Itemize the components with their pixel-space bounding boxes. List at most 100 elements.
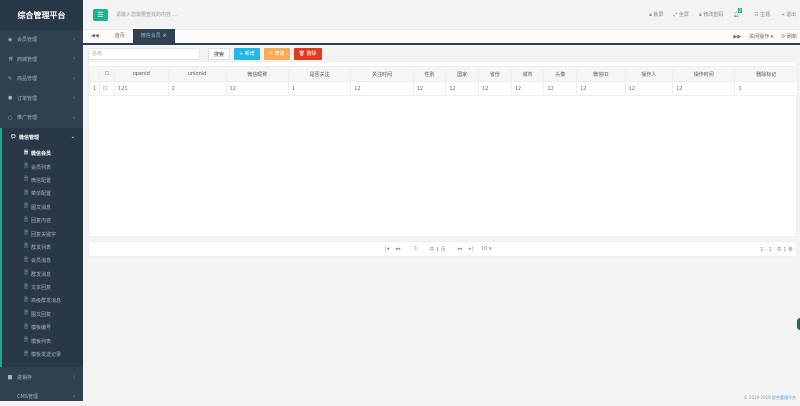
submenu-item-label: 模板编号: [31, 325, 52, 332]
page-size-select[interactable]: 10 ▾: [481, 246, 491, 252]
column-header[interactable]: 操作时间: [672, 66, 736, 82]
sidebar-item[interactable]: ✎ 商品管理 ‹: [0, 69, 83, 89]
change-password-button[interactable]: 🔒︎ 修改密码: [699, 11, 723, 18]
column-header[interactable]: 操作人: [624, 66, 674, 82]
submenu-item-label: 微信会员: [31, 151, 52, 158]
sidebar-item[interactable]: CMS管理 ‹: [0, 387, 83, 406]
first-page-button[interactable]: |◂: [385, 246, 389, 252]
tabs-scroll-left-icon[interactable]: ◀◀: [83, 29, 107, 44]
sidebar-item[interactable]: ○ 推广管理 ‹: [0, 108, 83, 128]
copyright: © 2019-2019: [743, 395, 771, 400]
table-cell: 12: [225, 81, 289, 96]
data-table-container: ☐ openid unionid 微信昵称 是否关注 关注时间 性别 国家 省份 城市 头像 微信ID…: [88, 61, 798, 237]
close-operations-dropdown[interactable]: 关闭操作 ▾: [749, 33, 773, 40]
next-page-button[interactable]: ▸▸: [458, 246, 463, 252]
submenu-item[interactable]: 🗎︎ 文本回复: [2, 281, 83, 294]
submenu-item[interactable]: 🗎︎ 回复关键字: [2, 227, 83, 240]
sidebar-item-label: 商品管理: [17, 76, 38, 83]
notification-button[interactable]: 🔔︎2: [733, 7, 744, 18]
delete-button[interactable]: 🗑︎ 删除: [293, 48, 322, 60]
sidebar-item[interactable]: ● 订单管理 ‹: [0, 89, 83, 109]
prev-page-button[interactable]: ◂◂: [395, 246, 400, 252]
edit-label: 修改: [274, 51, 285, 57]
submenu-item[interactable]: 🗎︎ 模板发送记录: [2, 348, 83, 361]
chevron-left-icon: ‹: [73, 95, 75, 102]
sidebar-item-label: 进销存: [17, 374, 33, 381]
total-pages: 共 1 页: [429, 246, 446, 253]
sidebar-item[interactable]: 💬︎ 微信管理 ⌄: [0, 127, 83, 147]
header: ☰ 请输入您需要查找的内容 … 🔒︎ 锁屏 ⤢ 全屏 🔒︎ 修改密码 🔔︎2 ☷…: [83, 0, 800, 30]
column-header[interactable]: 微信昵称: [225, 66, 289, 82]
name-search-input[interactable]: 名称: [88, 48, 200, 60]
submenu-item[interactable]: 🗎︎ 回复内容: [2, 214, 83, 227]
fullscreen-button[interactable]: ⤢ 全屏: [673, 11, 689, 18]
global-search-input[interactable]: 请输入您需要查找的内容 …: [116, 11, 316, 18]
refresh-button[interactable]: ⟳ 刷新: [781, 33, 797, 40]
submenu-item-label: 群发消息: [31, 271, 52, 278]
submenu-item[interactable]: 🗎︎ 会员列表: [2, 160, 83, 173]
submenu-item[interactable]: 🗎︎ 会员消息: [2, 254, 83, 267]
tab-bar: ◀◀ 首页 微信会员 ⊗ ▶▶ 关闭操作 ▾ ⟳ 刷新: [83, 29, 800, 45]
table-row[interactable]: 1 ☐ 121 2 12 1 12 12 12 12 12 12 12 12 12 1: [89, 81, 798, 96]
fullscreen-label: 全屏: [678, 12, 689, 18]
document-icon: 🗎︎: [24, 163, 29, 170]
column-header[interactable]: 国家: [445, 66, 480, 82]
theme-label: 主题: [760, 12, 771, 18]
submenu-item-label: 群发列表: [31, 244, 52, 251]
search-button[interactable]: 搜索: [208, 48, 231, 60]
column-header[interactable]: 头像: [543, 66, 578, 82]
theme-button[interactable]: ☷ 主题: [754, 11, 770, 18]
submenu-item[interactable]: 🗎︎ 图文回复: [2, 308, 83, 321]
column-header[interactable]: 是否关注: [287, 66, 352, 82]
submenu-item[interactable]: 🗎︎ 高级群发消息: [2, 294, 83, 307]
submenu-item[interactable]: 🗎︎ 模板编号: [2, 321, 83, 334]
logout-button[interactable]: ⇥ 退出: [780, 11, 796, 18]
submenu-item[interactable]: 🗎︎ 图文消息: [2, 201, 83, 214]
edit-button[interactable]: ✎ 修改: [263, 48, 290, 60]
close-tab-icon[interactable]: ⊗: [162, 33, 166, 39]
table-cell: 12: [672, 81, 736, 96]
app-logo: 综合管理平台: [0, 0, 83, 30]
tabs-scroll-right-icon[interactable]: ▶▶: [733, 34, 741, 40]
select-all-checkbox[interactable]: ☐: [105, 71, 109, 77]
sidebar-item-label: 微信管理: [19, 134, 40, 141]
tab-wechat-member[interactable]: 微信会员 ⊗: [132, 29, 175, 44]
column-header[interactable]: 微信ID: [576, 66, 626, 82]
sidebar-item[interactable]: ◉ 会员管理 ‹: [0, 30, 83, 50]
table-cell: 1: [287, 81, 352, 96]
submenu-item-label: 图文消息: [31, 204, 52, 211]
row-checkbox[interactable]: ☐: [99, 81, 115, 96]
submenu-item[interactable]: 🗎︎ 微信会员: [2, 147, 83, 160]
menu-toggle-button[interactable]: ☰: [93, 8, 108, 21]
user-circle-icon-icon: ◉: [8, 36, 13, 43]
cart-icon-icon: 🛒︎: [8, 56, 15, 63]
column-header[interactable]: 性别: [412, 66, 447, 82]
submenu-item[interactable]: 🗎︎ 微信配置: [2, 174, 83, 187]
data-table: ☐ openid unionid 微信昵称 是否关注 关注时间 性别 国家 省份 城市 头像 微信ID…: [89, 66, 798, 96]
tab-home[interactable]: 首页: [107, 29, 133, 44]
column-header[interactable]: 关注时间: [350, 66, 414, 82]
page-number-input[interactable]: 1: [414, 246, 417, 252]
submenu-item[interactable]: 🗎︎ 模板列表: [2, 334, 83, 347]
submenu-item[interactable]: 🗎︎ 群发列表: [2, 241, 83, 254]
sidebar-item[interactable]: ▆ 进销存 ‹: [0, 367, 83, 387]
add-button[interactable]: + 新增: [234, 48, 260, 60]
column-header[interactable]: 删除标记: [734, 66, 798, 82]
column-header[interactable]: 城市: [510, 66, 545, 82]
last-page-button[interactable]: ▸|: [469, 246, 473, 252]
select-all-header: ☐: [99, 66, 115, 82]
submenu-item[interactable]: 🗎︎ 群发消息: [2, 268, 83, 281]
footer-link[interactable]: 综合管理平台: [772, 395, 796, 400]
lock-screen-button[interactable]: 🔒︎ 锁屏: [649, 11, 663, 18]
column-header[interactable]: openid: [114, 66, 169, 82]
column-header[interactable]: 省份: [478, 66, 512, 82]
sidebar-item-label: 商城管理: [17, 56, 38, 63]
submenu-item[interactable]: 🗎︎ 菜单配置: [2, 187, 83, 200]
sidebar-item-label: CMS管理: [17, 394, 38, 400]
document-icon: 🗎︎: [24, 323, 29, 330]
table-cell: 12: [510, 81, 545, 96]
column-header[interactable]: unionid: [167, 66, 227, 82]
submenu-item-label: 高级群发消息: [31, 298, 62, 305]
sidebar-item-label: 推广管理: [17, 115, 38, 122]
sidebar-item[interactable]: 🛒︎ 商城管理 ‹: [0, 50, 83, 70]
